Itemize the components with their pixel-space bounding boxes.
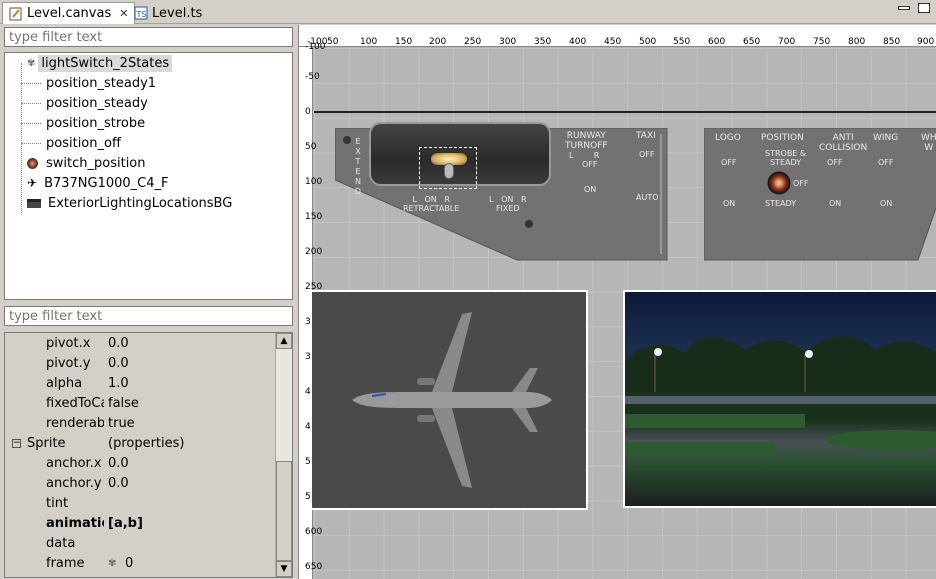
exterior-lighting-background-image[interactable] — [623, 290, 936, 508]
screw-icon — [525, 220, 533, 228]
airport-night-scene — [625, 336, 936, 456]
tab-label: Level.canvas — [27, 6, 112, 21]
minimize-icon[interactable] — [898, 6, 910, 10]
b737-sprite-image[interactable] — [310, 290, 588, 510]
window-controls — [898, 3, 930, 13]
outline-item-position-steady[interactable]: position_steady — [43, 93, 151, 113]
tree-guide — [21, 123, 41, 124]
properties-scrollbar[interactable]: ▲ ▼ — [275, 333, 292, 577]
svg-text:TS: TS — [136, 10, 147, 19]
scene-canvas[interactable]: -100 50 100 150 200 250 300 350 400 450 … — [298, 25, 936, 579]
properties-table: pivot.x0.0 pivot.y0.0 alpha1.0 fixedToCa… — [4, 332, 293, 578]
tab-level-canvas[interactable]: Level.canvas ✕ — [2, 2, 136, 24]
outline-filter-input[interactable] — [4, 27, 293, 47]
tab-label: Level.ts — [152, 5, 203, 21]
ruler-horizontal: -100 50 100 150 200 250 300 350 400 450 … — [299, 25, 936, 47]
image-icon — [27, 198, 41, 208]
properties-filter-input[interactable] — [4, 306, 293, 326]
outline-item-b737[interactable]: ✈ B737NG1000_C4_F — [27, 173, 172, 193]
outline-tree: ✾ lightSwitch_2States position_steady1 p… — [4, 52, 293, 300]
scroll-up-icon[interactable]: ▲ — [276, 333, 292, 349]
outline-item-position-steady1[interactable]: position_steady1 — [43, 73, 159, 93]
collapse-icon[interactable]: − — [12, 438, 21, 448]
outline-item-switch-position[interactable]: switch_position — [27, 153, 149, 173]
tree-guide — [21, 103, 41, 104]
outline-item-lightswitch[interactable]: ✾ lightSwitch_2States — [27, 53, 173, 73]
screw-icon — [343, 136, 351, 144]
outline-item-position-strobe[interactable]: position_strobe — [43, 113, 148, 133]
selection-box[interactable] — [419, 147, 477, 189]
sprite-icon: ✾ — [108, 557, 117, 569]
scroll-thumb[interactable] — [276, 461, 292, 561]
tree-guide — [21, 63, 22, 213]
tab-level-ts[interactable]: TS Level.ts — [128, 2, 208, 24]
ts-file-icon: TS — [134, 6, 148, 20]
tree-guide — [21, 83, 41, 84]
airplane-icon — [352, 312, 552, 488]
tree-guide — [21, 143, 41, 144]
maximize-icon[interactable] — [918, 3, 930, 13]
outline-item-exterior-bg[interactable]: ExteriorLightingLocationsBG — [27, 193, 235, 213]
scroll-down-icon[interactable]: ▼ — [276, 561, 292, 577]
sprite-icon: ✾ — [27, 57, 36, 69]
left-panel: ✾ lightSwitch_2States position_steady1 p… — [0, 25, 296, 579]
canvas-file-icon — [9, 7, 23, 21]
editor-tab-bar: Level.canvas ✕ TS Level.ts — [0, 0, 936, 24]
outline-item-position-off[interactable]: position_off — [43, 133, 124, 153]
world-origin-line — [314, 111, 936, 113]
sprite-round-icon — [27, 157, 38, 169]
position-knob-icon[interactable] — [767, 171, 791, 195]
plane-icon: ✈ — [27, 176, 38, 190]
